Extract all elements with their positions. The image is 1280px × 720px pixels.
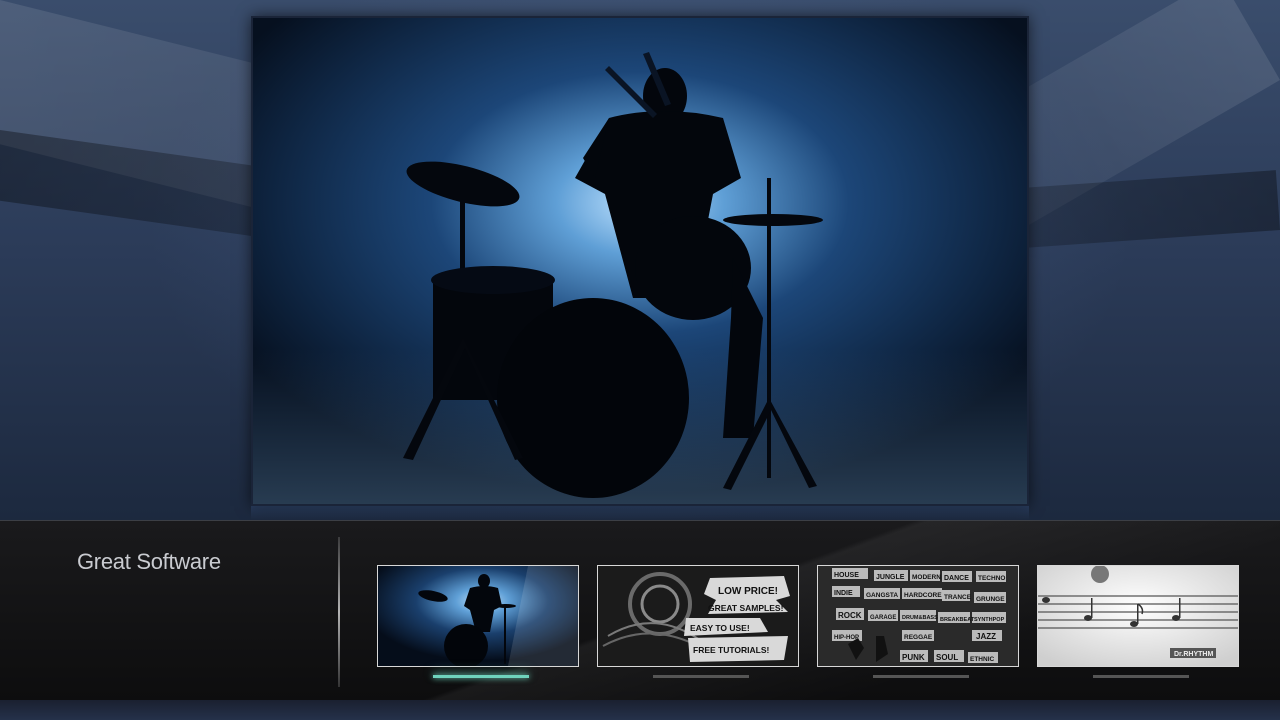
promo-line-1: LOW PRICE! [718,586,778,597]
genre-tag: SOUL [936,653,958,662]
genre-tag: BREAKBEAT [940,617,975,623]
thumbnail-notes[interactable]: Dr.RHYTHM [1037,565,1239,667]
section-title: Great Software [77,549,221,574]
genre-tag: INDIE [834,590,853,597]
thumbnail-drummer[interactable] [377,565,579,667]
promo-line-2: GREAT SAMPLES! [708,603,784,613]
divider [338,537,340,687]
genre-tag: HOUSE [834,572,859,579]
genre-tag: ROCK [838,611,862,620]
main-preview-image [251,16,1029,506]
preview-reflection [251,506,1029,520]
genre-tag: GRUNGE [976,596,1005,603]
genre-tag: REGGAE [904,634,933,641]
genre-tag: TECHNO [978,575,1005,582]
thumbnail-indicator [873,675,969,678]
thumbnail-indicator [1093,675,1189,678]
genre-tag: DANCE [944,575,969,582]
genre-tag: SYNTHPOP [974,617,1005,623]
brand-logo: Dr.RHYTHM [1174,651,1213,658]
genre-tag: DRUM&BASS [902,615,938,621]
genre-tag: GARAGE [870,615,896,621]
bottom-reflection-strip [0,700,1280,720]
genre-tag: ETHNIC [970,656,995,663]
genre-tag: JAZZ [976,632,996,641]
genre-tag: PUNK [902,653,925,662]
thumbnail-genres[interactable]: HOUSE JUNGLE MODERN DANCE TECHNO INDIE G… [817,565,1019,667]
genre-tag: MODERN [912,574,941,581]
bottom-bar: Great Software LOW PRICE! GREAT SAMPLES!… [0,520,1280,701]
thumbnail-indicator [653,675,749,678]
thumbnail-promo[interactable]: LOW PRICE! GREAT SAMPLES! EASY TO USE! F… [597,565,799,667]
genre-tag: JUNGLE [876,574,905,581]
promo-line-4: FREE TUTORIALS! [693,645,770,655]
promo-line-3: EASY TO USE! [690,623,750,633]
genre-tag: GANGSTA [866,592,898,599]
genre-tag: HARDCORE [904,592,942,599]
genre-tag: TRANCE [944,594,972,601]
thumbnail-indicator-active [433,675,529,678]
